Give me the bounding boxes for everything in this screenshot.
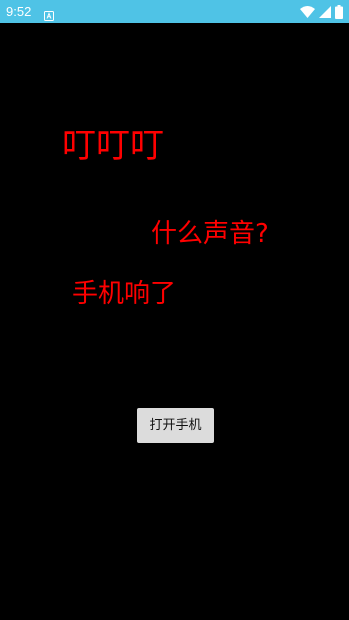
status-bar: 9:52 bbox=[0, 0, 349, 23]
status-time: 9:52 bbox=[6, 4, 32, 19]
battery-icon bbox=[335, 4, 343, 19]
text-ding-ding: 叮叮叮 bbox=[62, 126, 164, 166]
wifi-icon bbox=[300, 5, 315, 18]
text-what-sound: 什么声音? bbox=[151, 219, 269, 249]
open-phone-button[interactable]: 打开手机 bbox=[137, 408, 214, 443]
signal-icon bbox=[319, 5, 331, 18]
text-phone-ringing: 手机响了 bbox=[72, 279, 177, 309]
status-icons bbox=[300, 4, 343, 19]
app-screen: 9:52 叮叮叮 什么声音? 手机响了 打开手机 bbox=[0, 0, 349, 620]
notification-a-icon bbox=[44, 6, 54, 21]
